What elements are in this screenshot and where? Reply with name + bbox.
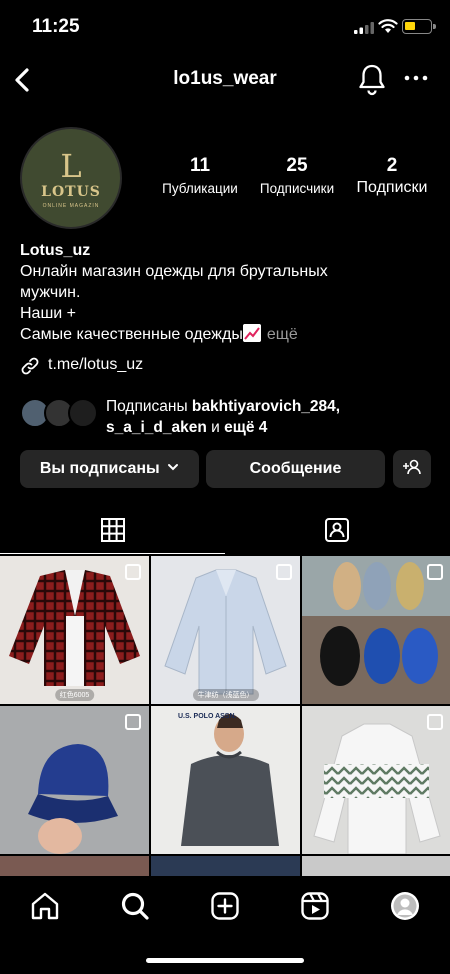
- profile-icon[interactable]: [389, 890, 421, 922]
- bio-line-last: Самые качественные одежды ещё: [20, 324, 440, 345]
- stat-posts-count: 11: [189, 155, 211, 176]
- bio-line-text: Самые качественные одежды: [20, 326, 243, 343]
- followed-by-prefix: Подписаны: [106, 398, 188, 415]
- post-thumbnail[interactable]: [0, 856, 149, 876]
- followed-by-conjunction: и: [211, 419, 220, 436]
- multiple-photos-icon: [427, 564, 443, 580]
- home-indicator: [146, 958, 304, 963]
- bio-line: мужчин.: [20, 284, 81, 301]
- stat-followers-label: Подписчики: [259, 181, 335, 196]
- reels-icon[interactable]: [299, 890, 331, 922]
- bio-line: Наши +: [20, 305, 77, 322]
- tab-posts-grid[interactable]: [0, 506, 225, 554]
- post-caption: U.S. POLO ASSN.: [178, 713, 237, 720]
- message-button-label: Сообщение: [249, 460, 342, 477]
- stat-following-count: 2: [386, 155, 398, 176]
- stat-followers[interactable]: 25 Подписчики: [252, 155, 342, 196]
- post-thumbnail[interactable]: 红色6005: [0, 556, 149, 704]
- follower-avatar: [68, 398, 98, 428]
- tagged-icon: [325, 518, 349, 542]
- more-icon[interactable]: [402, 68, 430, 88]
- wifi-icon: [378, 19, 398, 33]
- post-thumbnail[interactable]: [151, 856, 300, 876]
- followed-by[interactable]: Подписаны bakhtiyarovich_284, s_a_i_d_ak…: [20, 396, 440, 436]
- tab-tagged[interactable]: [225, 506, 450, 554]
- bio-line: Онлайн магазин одежды для брутальных: [20, 263, 328, 280]
- battery-icon: [402, 19, 436, 34]
- status-bar: 11:25: [0, 0, 450, 56]
- stat-followers-count: 25: [286, 155, 308, 176]
- post-thumbnail[interactable]: 牛津纺（浅蓝色）: [151, 556, 300, 704]
- stat-following[interactable]: 2 Подписки: [348, 155, 436, 197]
- followed-by-text: Подписаны bakhtiyarovich_284, s_a_i_d_ak…: [106, 396, 340, 438]
- post-caption: 牛津纺（浅蓝色）: [192, 689, 259, 701]
- avatar-logo-subtext: ONLINE MAGAZIN: [42, 203, 100, 209]
- avatar-logo-letter: L: [60, 147, 82, 185]
- avatar[interactable]: L LOTUS ONLINE MAGAZIN: [20, 127, 122, 229]
- sweater-model-image: [151, 706, 300, 854]
- post-thumbnail[interactable]: U.S. POLO ASSN.: [151, 706, 300, 854]
- search-icon[interactable]: [119, 890, 151, 922]
- grid-icon: [101, 518, 125, 542]
- stat-following-label: Подписки: [356, 179, 428, 196]
- stat-posts-label: Публикации: [162, 181, 238, 196]
- profile-tabs: [0, 506, 450, 554]
- profile-bio: Lotus_uz Онлайн магазин одежды для брута…: [20, 240, 440, 345]
- multiple-photos-icon: [125, 564, 141, 580]
- chart-increasing-emoji-icon: [242, 324, 261, 342]
- cellular-signal-icon: [354, 22, 374, 34]
- following-button[interactable]: Вы подписаны: [20, 450, 199, 488]
- multiple-photos-icon: [125, 714, 141, 730]
- profile-display-name: Lotus_uz: [20, 242, 91, 259]
- profile-link-text[interactable]: t.me/lotus_uz: [48, 356, 143, 374]
- following-button-label: Вы подписаны: [39, 460, 160, 477]
- create-icon[interactable]: [209, 890, 241, 922]
- chevron-down-icon: [168, 464, 179, 471]
- post-thumbnail[interactable]: [302, 706, 450, 854]
- bell-icon[interactable]: [356, 62, 388, 96]
- followed-by-user: bakhtiyarovich_284,: [191, 398, 341, 415]
- post-thumbnail[interactable]: [0, 706, 149, 854]
- post-caption: 红色6005: [54, 689, 95, 701]
- link-icon: [21, 357, 39, 375]
- multiple-photos-icon: [276, 564, 292, 580]
- add-user-icon: [403, 459, 421, 475]
- avatar-logo-text: LOTUS: [41, 184, 101, 200]
- profile-header: lo1us_wear: [0, 58, 450, 102]
- posts-grid: 红色6005 牛津纺（浅蓝色） U.S. POLO ASSN.: [0, 556, 450, 876]
- followed-by-suffix: ещё 4: [224, 419, 268, 436]
- followed-by-user: s_a_i_d_aken: [106, 419, 207, 436]
- stat-posts[interactable]: 11 Публикации: [154, 155, 246, 196]
- multiple-photos-icon: [427, 714, 443, 730]
- add-user-button[interactable]: [393, 450, 431, 488]
- message-button[interactable]: Сообщение: [206, 450, 385, 488]
- status-time: 11:25: [32, 16, 80, 37]
- post-thumbnail[interactable]: [302, 856, 450, 876]
- home-icon[interactable]: [29, 890, 61, 922]
- post-thumbnail[interactable]: [302, 556, 450, 704]
- bio-more-link[interactable]: ещё: [267, 326, 298, 343]
